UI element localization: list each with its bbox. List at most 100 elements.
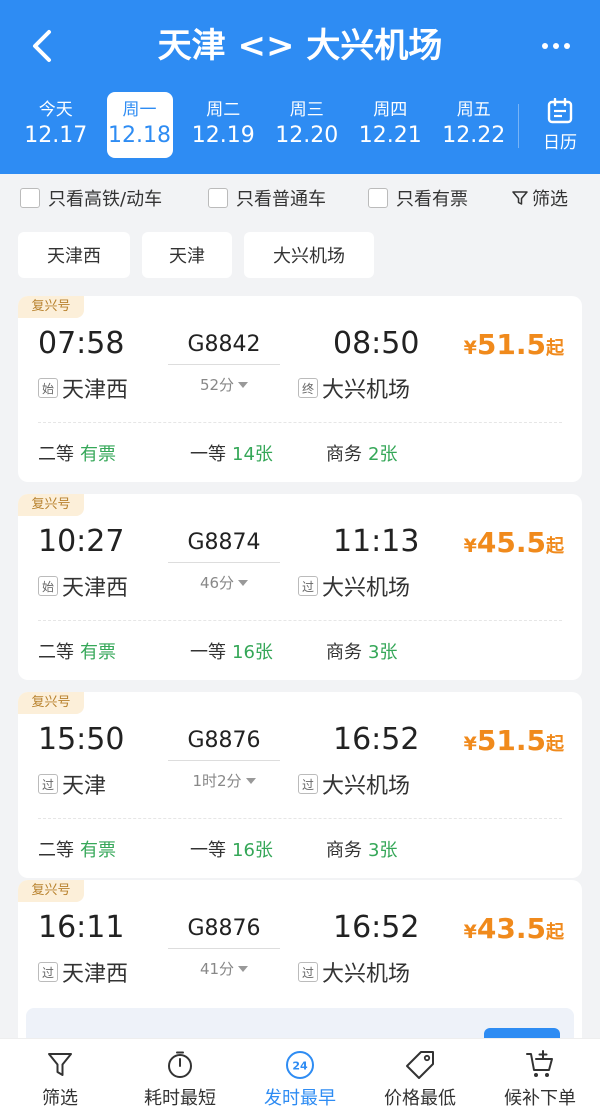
- price-value: 43.5: [476, 912, 546, 945]
- calendar-icon: [547, 97, 573, 123]
- bottom-sort-bar: 筛选 耗时最短 24 发时最早 价格最低 候补下单: [0, 1038, 600, 1118]
- filter-high-speed-label: 只看高铁/动车: [48, 189, 163, 210]
- sort-lowest-price[interactable]: 价格最低: [360, 1039, 480, 1118]
- price: ¥45.5起: [464, 526, 564, 559]
- date-weekday: 今天: [38, 100, 73, 120]
- seat-value: 16张: [232, 840, 273, 861]
- waitlist-order[interactable]: 候补下单: [480, 1039, 600, 1118]
- divider: [38, 422, 562, 423]
- train-type-badge: 复兴号: [18, 296, 84, 318]
- seat-class: 一等: [190, 642, 226, 663]
- back-button[interactable]: [22, 22, 62, 70]
- date-weekday: 周三: [289, 100, 324, 120]
- seat-value: 有票: [80, 642, 116, 663]
- seat-class: 二等: [38, 642, 74, 663]
- train-type-badge: 复兴号: [18, 494, 84, 516]
- header-bar: 天津 <> 大兴机场 今天 12.17 周一 12.18 周二 12.19 周三…: [0, 0, 600, 174]
- arrival-time: 16:52: [333, 722, 420, 757]
- sort-earliest-departure[interactable]: 24 发时最早: [240, 1039, 360, 1118]
- duration-toggle[interactable]: 52分: [168, 374, 280, 395]
- seat-first-class: 一等 16张: [190, 836, 273, 862]
- train-type-badge: 复兴号: [18, 880, 84, 902]
- price-value: 45.5: [476, 526, 546, 559]
- caret-down-icon: [245, 778, 256, 784]
- duration-text: 1时2分: [192, 772, 242, 790]
- sort-lowest-label: 价格最低: [384, 1087, 456, 1109]
- seat-class: 商务: [326, 840, 362, 861]
- train-number: G8842: [187, 332, 261, 357]
- filter-available[interactable]: 只看有票: [368, 185, 468, 211]
- date-divider: [518, 104, 519, 148]
- station-chip[interactable]: 天津: [142, 232, 232, 278]
- duration-toggle[interactable]: 1时2分: [168, 770, 280, 791]
- chevron-left-icon: [33, 30, 51, 62]
- sort-filter[interactable]: 筛选: [0, 1039, 120, 1118]
- currency: ¥: [463, 337, 477, 359]
- divider: [38, 818, 562, 819]
- funnel-icon: [48, 1052, 72, 1076]
- station-name: 大兴机场: [322, 774, 411, 799]
- train-card[interactable]: 复兴号 07:58 G8842 52分 08:50 始 天津西 终 大兴机场 ¥…: [18, 296, 582, 482]
- more-dot: [564, 43, 570, 49]
- seat-value: 2张: [368, 444, 398, 465]
- checkbox[interactable]: [368, 188, 388, 208]
- currency: ¥: [463, 535, 477, 557]
- seat-value: 16张: [232, 642, 273, 663]
- arrival-station: 过 大兴机场: [298, 768, 410, 800]
- filter-high-speed[interactable]: 只看高铁/动车: [20, 185, 162, 211]
- arrival-station: 过 大兴机场: [298, 956, 410, 988]
- seat-value: 3张: [368, 642, 398, 663]
- date-value: 12.19: [191, 123, 255, 148]
- duration-toggle[interactable]: 41分: [168, 958, 280, 979]
- price-tag-icon: [406, 1050, 434, 1079]
- date-tab[interactable]: 周五 12.22: [432, 92, 516, 158]
- seat-value: 3张: [368, 840, 398, 861]
- book-button[interactable]: [484, 1028, 560, 1038]
- station-name: 天津西: [62, 576, 129, 601]
- filter-ordinary-label: 只看普通车: [236, 189, 326, 210]
- duration-text: 41分: [199, 960, 235, 978]
- arrival-time: 11:13: [333, 524, 420, 559]
- departure-station: 过 天津西: [38, 956, 128, 988]
- filter-row: 只看高铁/动车 只看普通车 只看有票 筛选: [0, 185, 600, 215]
- filter-button[interactable]: 筛选: [512, 185, 568, 211]
- station-tag: 始: [38, 378, 58, 398]
- station-chip[interactable]: 大兴机场: [244, 232, 374, 278]
- date-tab-selected[interactable]: 周一 12.18: [106, 92, 173, 158]
- date-weekday: 周五: [456, 100, 491, 120]
- seat-value: 有票: [80, 444, 116, 465]
- departure-time: 10:27: [38, 524, 125, 559]
- more-dot: [553, 43, 559, 49]
- more-button[interactable]: [534, 26, 578, 66]
- train-card[interactable]: 复兴号 15:50 G8876 1时2分 16:52 过 天津 过 大兴机场 ¥…: [18, 692, 582, 878]
- seat-first-class: 一等 14张: [190, 440, 273, 466]
- date-tab-today[interactable]: 今天 12.17: [14, 92, 98, 158]
- station-chip[interactable]: 天津西: [18, 232, 130, 278]
- filter-label: 筛选: [532, 189, 568, 210]
- stopwatch-icon: [168, 1051, 192, 1078]
- sort-shortest-duration[interactable]: 耗时最短: [120, 1039, 240, 1118]
- train-line: [168, 562, 280, 563]
- checkbox[interactable]: [20, 188, 40, 208]
- currency: ¥: [463, 733, 477, 755]
- seat-class: 一等: [190, 840, 226, 861]
- station-name: 天津西: [62, 962, 129, 987]
- seat-business-class: 商务 2张: [326, 440, 397, 466]
- date-tab[interactable]: 周四 12.21: [349, 92, 433, 158]
- duration-toggle[interactable]: 46分: [168, 572, 280, 593]
- checkbox[interactable]: [208, 188, 228, 208]
- departure-station: 过 天津: [38, 768, 106, 800]
- clock-badge-text: 24: [292, 1059, 308, 1072]
- route-title: 天津 <> 大兴机场: [157, 26, 443, 66]
- train-number: G8876: [187, 728, 261, 753]
- date-value: 12.21: [358, 123, 422, 148]
- price: ¥51.5起: [464, 328, 564, 361]
- departure-time: 15:50: [38, 722, 125, 757]
- filter-ordinary[interactable]: 只看普通车: [208, 185, 326, 211]
- train-card[interactable]: 复兴号 10:27 G8874 46分 11:13 始 天津西 过 大兴机场 ¥…: [18, 494, 582, 680]
- date-tab[interactable]: 周二 12.19: [182, 92, 266, 158]
- calendar-button[interactable]: 日历: [528, 92, 592, 158]
- date-tab[interactable]: 周三 12.20: [265, 92, 349, 158]
- arrival-time: 16:52: [333, 910, 420, 945]
- sort-shortest-label: 耗时最短: [144, 1087, 216, 1109]
